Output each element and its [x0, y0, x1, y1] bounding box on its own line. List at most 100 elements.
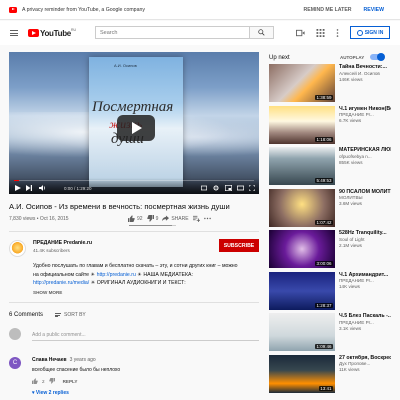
- view-replies-button[interactable]: ▾ View 2 replies: [32, 390, 69, 396]
- video-thumbnail[interactable]: 1:09:46: [269, 313, 335, 351]
- recommended-video[interactable]: 5:49:53 МАТЕРИНСКАЯ ЛЮБОВЬ Ака...ofpuofse…: [269, 147, 391, 187]
- view-count: 3.6M views: [339, 201, 362, 207]
- view-count: 2.1M views: [339, 242, 362, 248]
- recommended-video[interactable]: 3:00:06 528Hz Tranquility... Soul of Light…: [269, 230, 389, 270]
- thumbs-down-icon: [146, 215, 154, 222]
- description-line-1: Удобно послушать по главам и бесплатно с…: [33, 263, 238, 269]
- like-button[interactable]: 92: [128, 215, 143, 222]
- comment-header: Слава Нечаев 3 years ago: [32, 357, 96, 363]
- settings-gear-icon[interactable]: [213, 185, 219, 191]
- description-link[interactable]: http://predanie.ru: [97, 272, 136, 278]
- video-info: Ч.5 Блез Паскаль -... ПРЕДАНИЕ Pr... 3.1K …: [339, 313, 391, 332]
- video-thumbnail[interactable]: 1:07:42: [269, 188, 335, 227]
- recommended-video[interactable]: 13:41 27 октября, Воскресен...Дух Пропове…: [269, 354, 391, 395]
- book-title-line1: Посмертная: [92, 99, 174, 115]
- comment-reply-button[interactable]: REPLY: [63, 379, 78, 384]
- video-thumbnail[interactable]: 1:18:06: [269, 105, 335, 144]
- masthead: YouTube RU SIGN IN: [0, 21, 400, 45]
- video-duration: 1:09:46: [314, 344, 333, 349]
- youtube-logo[interactable]: YouTube RU: [28, 27, 76, 38]
- video-thumbnail[interactable]: 1:38:59: [269, 64, 335, 102]
- comment-author-avatar[interactable]: С: [9, 357, 21, 369]
- more-vert-icon[interactable]: [333, 29, 342, 37]
- share-label: SHARE: [171, 215, 189, 222]
- video-title: А.И. Осипов - Из времени в вечность: пос…: [9, 202, 230, 211]
- add-comment-input[interactable]: Add a public comment...: [32, 332, 259, 341]
- comment-time[interactable]: 3 years ago: [70, 357, 96, 363]
- privacy-reminder-bar: A privacy reminder from YouTube, a Googl…: [0, 0, 400, 20]
- video-thumbnail[interactable]: 3:00:06: [269, 230, 335, 268]
- hamburger-menu-icon[interactable]: [10, 30, 18, 36]
- comment-dislike-icon[interactable]: [48, 378, 55, 384]
- youtube-watch-page: A privacy reminder from YouTube, a Googl…: [0, 0, 400, 400]
- search-input[interactable]: [96, 29, 249, 36]
- video-thumbnail[interactable]: 5:49:53: [269, 147, 335, 185]
- recommended-video[interactable]: 1:07:42 90 ПСАЛОМ МОЛИТВА от...МОЛИТВЫ3.6…: [269, 188, 391, 229]
- video-thumbnail[interactable]: 13:41: [269, 354, 335, 393]
- account-circle-icon: [356, 29, 363, 36]
- progress-bar[interactable]: [14, 179, 254, 181]
- youtube-mini-logo-icon: [9, 6, 17, 13]
- user-avatar: [9, 328, 21, 340]
- video-duration: 1:28:37: [314, 302, 333, 308]
- sign-in-label: SIGN IN: [364, 29, 384, 36]
- video-description: Удобно послушать по главам и бесплатно с…: [33, 262, 259, 288]
- up-next-heading: Up next: [269, 55, 290, 61]
- captions-icon[interactable]: [201, 185, 207, 191]
- description-link[interactable]: http://predanie.ru/media/: [33, 280, 89, 286]
- recommended-video[interactable]: 1:18:06 Ч.1 игумен Никон(Вор...ПРЕДАНИЕ P…: [269, 105, 391, 146]
- show-more-button[interactable]: SHOW MORE: [33, 290, 62, 295]
- save-to-playlist-button[interactable]: [192, 215, 200, 222]
- video-duration: 5:49:53: [314, 178, 333, 183]
- video-title[interactable]: МАТЕРИНСКАЯ ЛЮБОВЬ Ака...: [339, 147, 391, 154]
- comment-author[interactable]: Слава Нечаев: [32, 357, 67, 363]
- recommended-video[interactable]: 1:38:59 Тайна Вечности:... Алексей И. Осип…: [269, 64, 389, 104]
- share-icon: [162, 215, 170, 222]
- video-actions: 92 9 SHARE: [128, 215, 211, 222]
- review-button[interactable]: REVIEW: [364, 7, 384, 13]
- search-button[interactable]: [250, 26, 274, 39]
- like-count: 92: [137, 215, 143, 222]
- divider: [9, 231, 259, 232]
- autoplay-toggle[interactable]: [370, 53, 385, 61]
- more-actions-button[interactable]: [203, 215, 211, 222]
- video-info: 27 октября, Воскресен...Дух Пропове...11…: [339, 355, 391, 374]
- next-icon[interactable]: [26, 185, 32, 191]
- video-title[interactable]: Тайна Вечности:...: [339, 64, 391, 71]
- subscribe-button[interactable]: SUBSCRIBE: [219, 239, 259, 252]
- comment-actions: 2 REPLY: [32, 378, 77, 384]
- sort-by-button[interactable]: SORT BY: [55, 312, 86, 318]
- play-icon[interactable]: [15, 185, 21, 191]
- description-text: ☀ ОРИГИНАЛ АУДИОКНИГИ И ТЕКСТ:: [90, 280, 186, 286]
- theater-mode-icon[interactable]: [237, 185, 244, 191]
- video-info: 528Hz Tranquility... Soul of Light 2.1M vi…: [339, 230, 391, 249]
- recommended-video[interactable]: 1:28:37 Ч.1 Архимандрит... ПРЕДАНИЕ Pr... 1…: [269, 271, 389, 312]
- comment-like-count: 2: [42, 378, 45, 384]
- video-thumbnail[interactable]: 1:28:37: [269, 271, 335, 310]
- video-duration: 1:07:42: [314, 219, 333, 225]
- playlist-add-icon: [192, 215, 200, 222]
- comment-like-icon[interactable]: [32, 378, 38, 384]
- logo-text: YouTube: [40, 28, 71, 38]
- remind-me-later-button[interactable]: REMIND ME LATER: [304, 7, 352, 13]
- large-play-button-icon[interactable]: [117, 115, 155, 141]
- autoplay-label: AUTOPLAY: [340, 55, 365, 60]
- dislike-button[interactable]: 9: [146, 215, 158, 222]
- share-button[interactable]: SHARE: [162, 215, 189, 222]
- miniplayer-icon[interactable]: [225, 185, 232, 191]
- view-count: 3.1K views: [339, 325, 362, 331]
- video-duration: 3:00:06: [314, 261, 333, 266]
- channel-name[interactable]: ПРЕДАНИЕ Predanie.ru: [33, 240, 92, 246]
- video-title[interactable]: Ч.5 Блез Паскаль -...: [339, 313, 391, 320]
- progress-fill: [14, 179, 19, 181]
- volume-icon[interactable]: [39, 185, 46, 191]
- video-camera-icon[interactable]: [296, 29, 305, 37]
- video-player[interactable]: А.И. Осипов Посмертная жизнь души 0:00 /…: [9, 52, 259, 194]
- channel-avatar[interactable]: [9, 240, 26, 257]
- region-code: RU: [70, 27, 76, 32]
- apps-grid-icon[interactable]: [316, 29, 325, 37]
- sign-in-button[interactable]: SIGN IN: [350, 26, 390, 39]
- fullscreen-icon[interactable]: [249, 185, 255, 191]
- video-title[interactable]: 528Hz Tranquility...: [339, 230, 391, 237]
- recommended-video[interactable]: 1:09:46 Ч.5 Блез Паскаль -... ПРЕДАНИЕ Pr.…: [269, 313, 391, 353]
